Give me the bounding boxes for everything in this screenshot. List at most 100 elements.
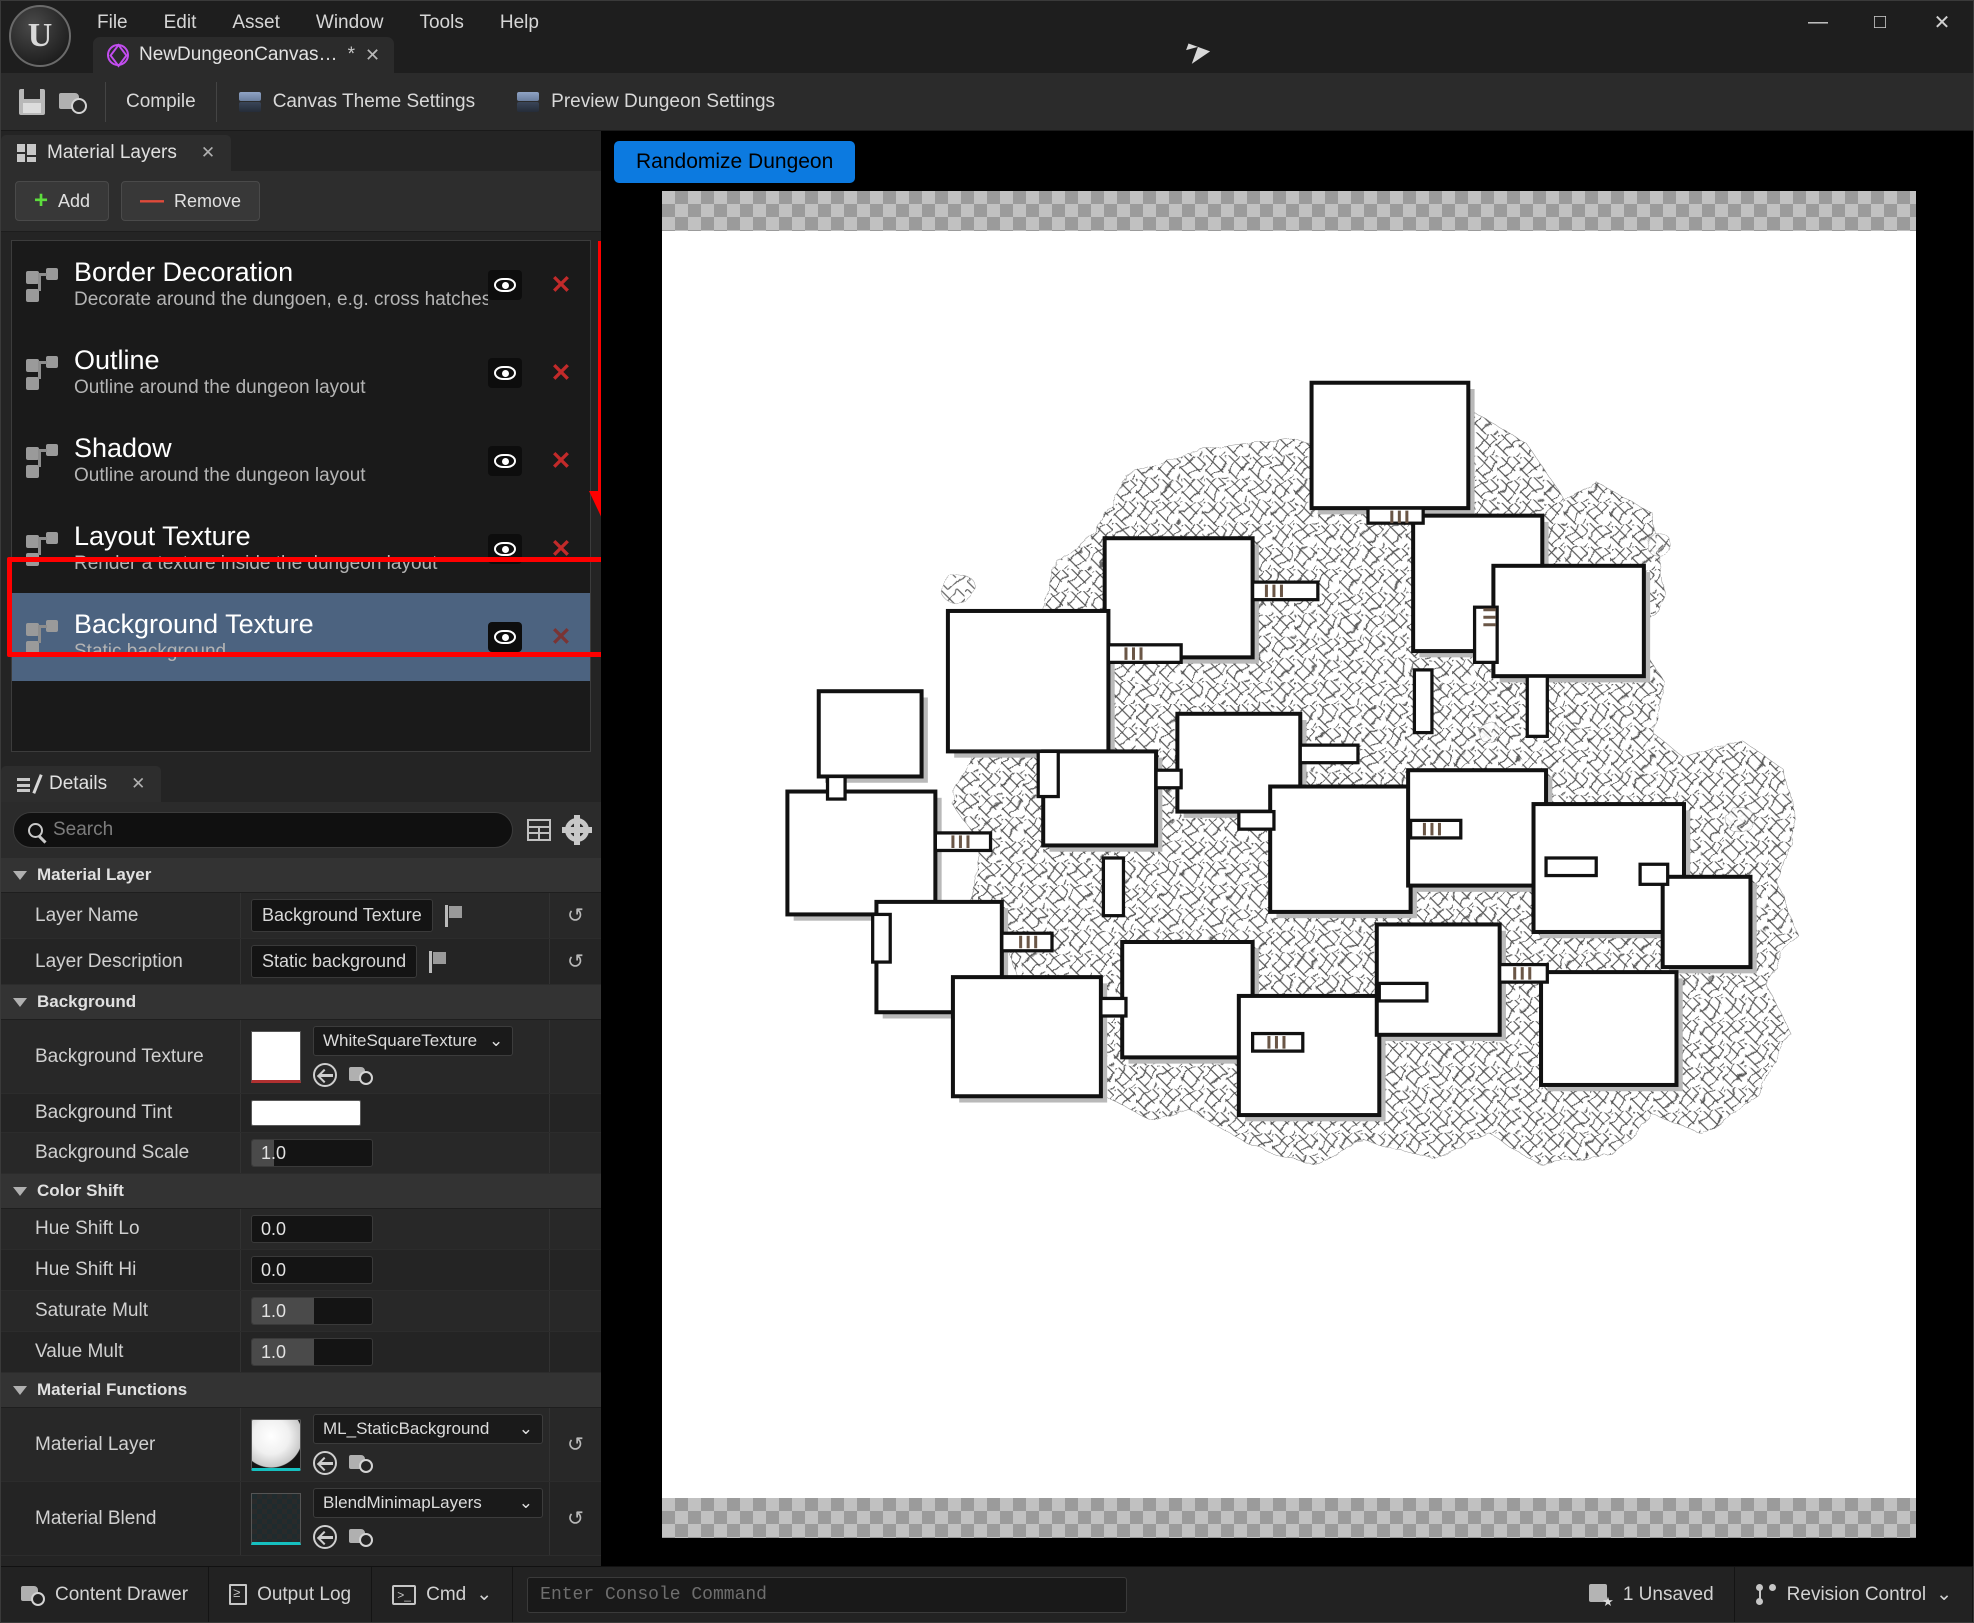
console-command-input[interactable]: [527, 1576, 1128, 1613]
compile-button[interactable]: Compile: [106, 83, 216, 121]
background-texture-picker[interactable]: WhiteSquareTexture ⌄: [313, 1026, 514, 1056]
unsaved-assets-button[interactable]: 1 Unsaved: [1569, 1567, 1735, 1622]
texture-thumbnail[interactable]: [251, 1030, 301, 1083]
transparency-checker-bottom: [662, 1498, 1916, 1538]
output-log-button[interactable]: Output Log: [209, 1567, 373, 1622]
category-label: Material Functions: [37, 1380, 188, 1399]
flag-icon[interactable]: [429, 950, 449, 973]
column-view-icon[interactable]: [527, 819, 551, 841]
visibility-toggle[interactable]: [488, 270, 522, 300]
use-selected-asset-icon[interactable]: [313, 1451, 337, 1475]
menu-edit[interactable]: Edit: [146, 6, 215, 40]
reset-button[interactable]: ↺: [549, 1482, 601, 1555]
add-layer-button[interactable]: + Add: [15, 181, 110, 221]
visibility-toggle[interactable]: [488, 534, 522, 564]
menu-help[interactable]: Help: [482, 6, 557, 40]
list-item[interactable]: Outline Outline around the dungeon layou…: [12, 329, 590, 417]
gear-icon[interactable]: [565, 818, 589, 842]
asset-tab-newdungeoncanvas[interactable]: NewDungeonCanvas… * ✕: [93, 37, 395, 73]
menu-asset[interactable]: Asset: [214, 6, 298, 40]
plus-icon: +: [34, 187, 49, 214]
delete-layer-button[interactable]: ✕: [546, 446, 576, 476]
tab-details[interactable]: Details ✕: [1, 766, 162, 802]
close-icon[interactable]: ✕: [131, 774, 145, 794]
list-item[interactable]: Border Decoration Decorate around the du…: [12, 241, 590, 329]
layer-description-field[interactable]: Static background: [251, 945, 418, 978]
visibility-toggle[interactable]: [488, 358, 522, 388]
material-node-icon: [26, 620, 60, 654]
minimize-button[interactable]: —: [1787, 1, 1849, 43]
property-row-material-layer: Material Layer ML_StaticBackground ⌄ ↺: [1, 1408, 601, 1482]
toolbar-icon-group: [1, 88, 105, 115]
layer-description: Decorate around the dungoen, e.g. cross …: [74, 289, 488, 311]
close-icon[interactable]: ✕: [365, 45, 380, 66]
maximize-button[interactable]: □: [1849, 1, 1911, 43]
revision-control-button[interactable]: Revision Control ⌄: [1735, 1567, 1973, 1622]
save-icon[interactable]: [19, 88, 45, 115]
list-item[interactable]: Shadow Outline around the dungeon layout…: [12, 417, 590, 505]
remove-layer-button[interactable]: — Remove: [121, 181, 261, 221]
menu-tools[interactable]: Tools: [401, 6, 481, 40]
material-layer-thumbnail[interactable]: [251, 1418, 301, 1471]
browse-to-asset-icon[interactable]: [349, 1453, 373, 1473]
dungeon-map-render: [785, 380, 1798, 1166]
randomize-dungeon-button[interactable]: Randomize Dungeon: [614, 141, 856, 183]
use-selected-asset-icon[interactable]: [313, 1063, 337, 1087]
close-window-button[interactable]: ✕: [1911, 1, 1973, 43]
chevron-down-icon: ⌄: [1936, 1584, 1952, 1605]
reset-button[interactable]: ↺: [549, 893, 601, 938]
menu-window[interactable]: Window: [298, 6, 402, 40]
visibility-toggle[interactable]: [488, 446, 522, 476]
search-input[interactable]: [53, 819, 498, 841]
value-mult-value: 1.0: [261, 1341, 287, 1362]
canvas-theme-settings-button[interactable]: Canvas Theme Settings: [217, 82, 495, 122]
list-item-selected[interactable]: Background Texture Static background ✕: [12, 593, 590, 681]
content-drawer-button[interactable]: Content Drawer: [1, 1567, 210, 1622]
flag-icon[interactable]: [444, 904, 465, 927]
browse-to-asset-icon[interactable]: [349, 1065, 373, 1085]
use-selected-asset-icon[interactable]: [313, 1525, 337, 1549]
output-log-label: Output Log: [257, 1583, 352, 1605]
reset-button[interactable]: ↺: [549, 939, 601, 984]
visibility-toggle[interactable]: [488, 622, 522, 652]
background-scale-field[interactable]: 1.0: [251, 1139, 373, 1167]
delete-layer-button[interactable]: ✕: [546, 622, 576, 652]
category-color-shift[interactable]: Color Shift: [1, 1174, 601, 1209]
background-tint-swatch[interactable]: [251, 1100, 361, 1126]
compile-label: Compile: [126, 90, 196, 112]
tab-material-layers[interactable]: Material Layers ✕: [1, 135, 232, 171]
material-blend-picker[interactable]: BlendMinimapLayers ⌄: [313, 1488, 543, 1518]
asset-name: BlendMinimapLayers: [323, 1493, 482, 1512]
menu-file[interactable]: File: [79, 6, 146, 40]
saturate-mult-field[interactable]: 1.0: [251, 1297, 373, 1325]
layer-name-field[interactable]: Background Texture: [251, 899, 433, 932]
delete-layer-button[interactable]: ✕: [546, 270, 576, 300]
search-box[interactable]: [13, 812, 513, 848]
property-label: Background Texture: [1, 1020, 241, 1093]
hue-shift-lo-field[interactable]: 0.0: [251, 1215, 373, 1243]
asset-actions: [313, 1451, 539, 1475]
category-material-functions[interactable]: Material Functions: [1, 1373, 601, 1408]
cmd-dropdown[interactable]: >_ Cmd ⌄: [372, 1567, 514, 1622]
dungeon-preview-viewport[interactable]: Randomize Dungeon: [601, 131, 1973, 1566]
property-row-background-tint: Background Tint: [1, 1094, 601, 1133]
category-material-layer[interactable]: Material Layer: [1, 858, 601, 893]
eye-icon: [494, 366, 516, 380]
material-layer-picker[interactable]: ML_StaticBackground ⌄: [313, 1414, 543, 1444]
hue-shift-hi-field[interactable]: 0.0: [251, 1256, 373, 1284]
material-blend-thumbnail[interactable]: [251, 1492, 301, 1545]
remove-layer-label: Remove: [174, 190, 242, 211]
browse-content-icon[interactable]: [59, 90, 87, 114]
value-mult-field[interactable]: 1.0: [251, 1338, 373, 1366]
close-icon[interactable]: ✕: [201, 143, 215, 163]
delete-layer-button[interactable]: ✕: [546, 358, 576, 388]
chevron-down-icon: ⌄: [518, 1493, 533, 1512]
list-item[interactable]: Layout Texture Render a texture inside t…: [12, 505, 590, 593]
preview-dungeon-settings-button[interactable]: Preview Dungeon Settings: [495, 82, 795, 122]
delete-layer-button[interactable]: ✕: [546, 534, 576, 564]
category-label: Color Shift: [37, 1181, 124, 1200]
browse-to-asset-icon[interactable]: [349, 1527, 373, 1547]
property-value: Background Texture: [241, 893, 549, 938]
category-background[interactable]: Background: [1, 985, 601, 1020]
reset-button[interactable]: ↺: [549, 1408, 601, 1481]
